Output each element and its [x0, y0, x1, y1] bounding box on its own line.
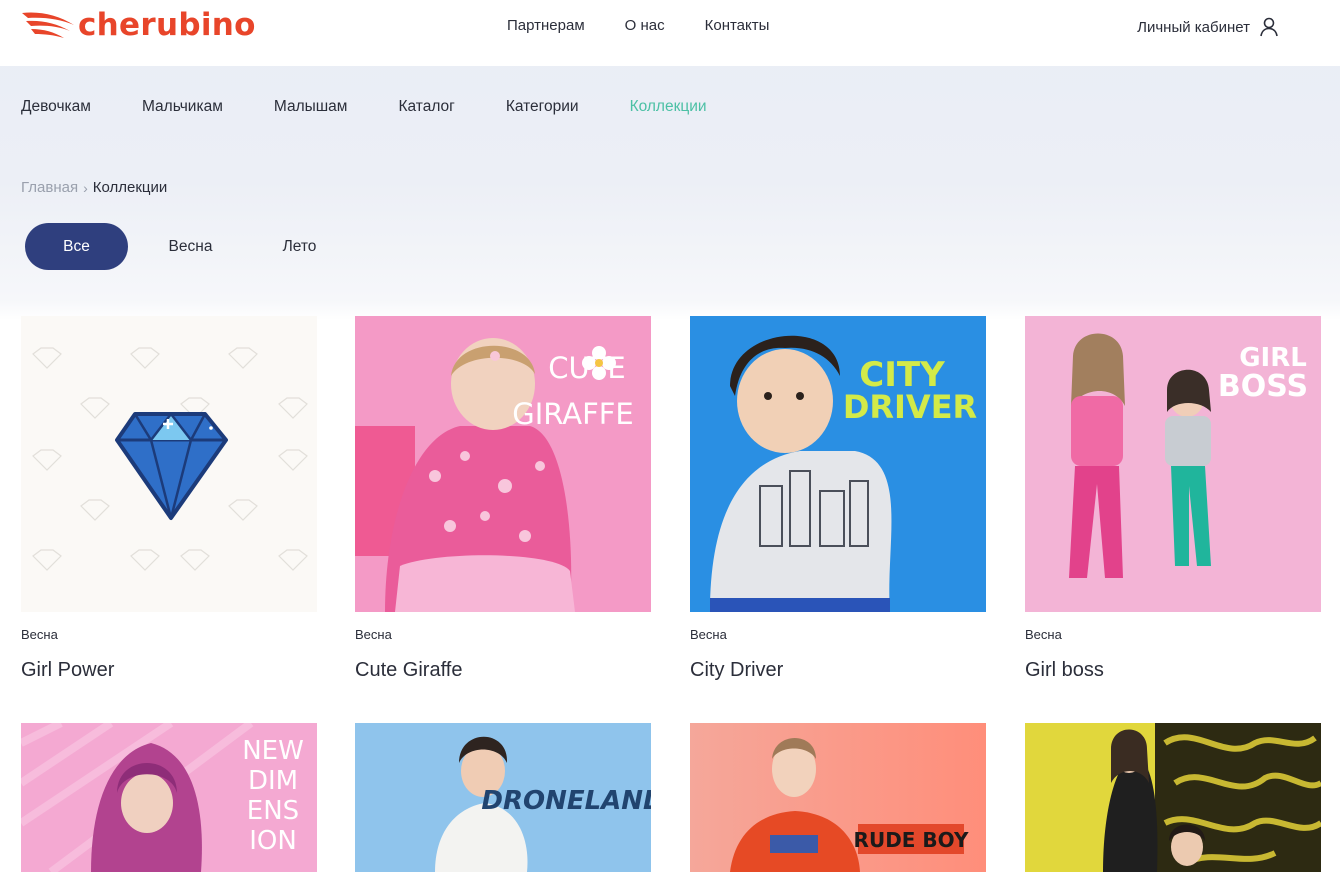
collection-card-graffiti[interactable] [1025, 723, 1321, 872]
top-navigation: Партнерам О нас Контакты [507, 17, 769, 34]
collection-season: Весна [690, 627, 727, 642]
filter-spring[interactable]: Весна [128, 223, 253, 270]
filter-summer[interactable]: Лето [253, 223, 346, 270]
collection-image: RUDE BOY [690, 723, 986, 872]
account-label: Личный кабинет [1137, 18, 1250, 36]
image-caption-line-2: BOSS [1218, 369, 1308, 404]
image-caption: RUDE BOY [854, 828, 969, 852]
collection-season: Весна [1025, 627, 1062, 642]
photo-girl-purple-jacket: NEW DIM ENS ION [21, 723, 317, 872]
site-header: cherubino Партнерам О нас Контакты Личны… [0, 0, 1340, 66]
collection-card-droneland[interactable]: DRONELAND [355, 723, 651, 872]
image-caption-line-4: ION [249, 826, 297, 856]
collection-image: NEW DIM ENS ION [21, 723, 317, 872]
wing-logo-icon [22, 12, 74, 38]
image-caption-line-1: NEW [242, 736, 304, 766]
account-link[interactable]: Личный кабинет [1137, 16, 1280, 38]
top-nav-about[interactable]: О нас [625, 17, 665, 34]
brand-logo[interactable]: cherubino [20, 6, 256, 46]
photo-two-girls: GIRL BOSS [1025, 316, 1321, 612]
category-navigation: Девочкам Мальчикам Малышам Каталог Катег… [21, 98, 758, 116]
image-caption-line-2: DIM [248, 766, 298, 796]
category-boys[interactable]: Мальчикам [142, 98, 223, 116]
collection-image: GIRL BOSS [1025, 316, 1321, 612]
collection-card-girl-power[interactable]: Весна Girl Power [21, 316, 317, 682]
collection-title: Girl boss [1025, 659, 1104, 681]
collection-card-city-driver[interactable]: CITY DRIVER Весна City Driver [690, 316, 986, 682]
breadcrumb-current: Коллекции [92, 179, 168, 196]
collection-image [1025, 723, 1321, 872]
category-collections[interactable]: Коллекции [630, 98, 707, 116]
user-icon [1260, 17, 1278, 37]
collection-card-rude-boy[interactable]: RUDE BOY [690, 723, 986, 872]
category-categories[interactable]: Категории [506, 98, 579, 116]
collection-card-new-dimension[interactable]: NEW DIM ENS ION [21, 723, 317, 872]
category-catalog[interactable]: Каталог [398, 98, 454, 116]
top-nav-contacts[interactable]: Контакты [705, 17, 770, 34]
photo-girl-pink-outfit: CUTE GIRAFFE [355, 316, 651, 612]
image-caption-line-3: ENS [247, 796, 299, 826]
collection-image: CUTE GIRAFFE [355, 316, 651, 612]
breadcrumb-home[interactable]: Главная [21, 179, 78, 196]
image-caption: DRONELAND [481, 786, 651, 816]
photo-boy-red-sweater: RUDE BOY [690, 723, 986, 872]
photo-girl-graffiti-wall [1025, 723, 1321, 872]
collection-title: City Driver [690, 659, 784, 681]
breadcrumb-separator: › [83, 179, 88, 196]
collection-image [21, 316, 317, 612]
collection-season: Весна [21, 627, 58, 642]
collection-season: Весна [355, 627, 392, 642]
diamond-pattern-image [21, 316, 317, 612]
collection-card-cute-giraffe[interactable]: CUTE GIRAFFE Весна Cute Giraffe [355, 316, 651, 682]
breadcrumb: Главная › Коллекции [21, 179, 167, 196]
collection-image: DRONELAND [355, 723, 651, 872]
image-caption-line-2: GIRAFFE [512, 397, 634, 431]
brand-name: cherubino [78, 7, 256, 43]
collection-title: Girl Power [21, 659, 115, 681]
top-nav-partners[interactable]: Партнерам [507, 17, 585, 34]
photo-boy-city-sweater: CITY DRIVER [690, 316, 986, 612]
category-babies[interactable]: Малышам [274, 98, 348, 116]
collection-card-girl-boss[interactable]: GIRL BOSS Весна Girl boss [1025, 316, 1321, 682]
photo-boy-white-tshirt: DRONELAND [355, 723, 651, 872]
collection-title: Cute Giraffe [355, 659, 463, 681]
season-filter: Все Весна Лето [25, 223, 346, 270]
category-girls[interactable]: Девочкам [21, 98, 91, 116]
collection-image: CITY DRIVER [690, 316, 986, 612]
filter-all[interactable]: Все [25, 223, 128, 270]
image-caption-line-2: DRIVER [843, 388, 977, 426]
